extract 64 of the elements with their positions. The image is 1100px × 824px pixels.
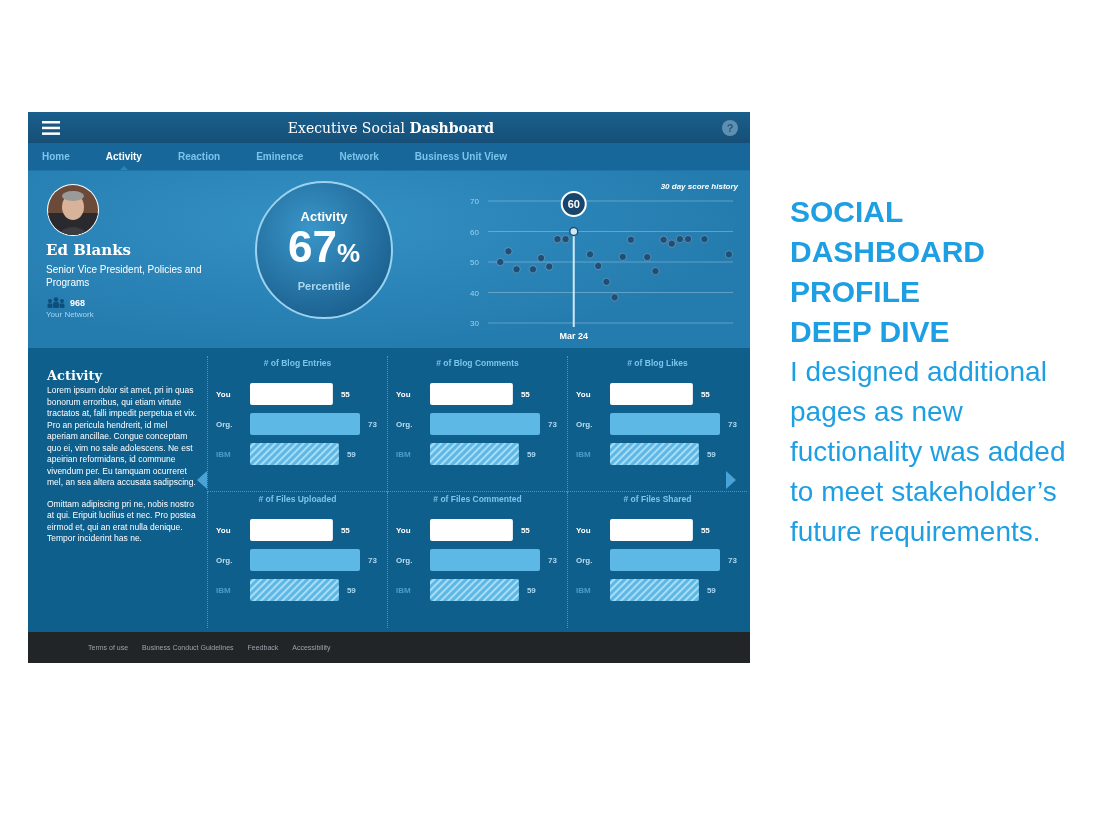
category-label: IBM	[576, 586, 591, 595]
value-label: 73	[548, 420, 557, 429]
category-label: Org.	[216, 556, 233, 565]
value-label: 73	[368, 420, 377, 429]
category-label: You	[216, 390, 231, 399]
value-label: 73	[548, 556, 557, 565]
axis-label: 30	[470, 319, 479, 328]
axis-label: 50	[470, 258, 479, 267]
value-label: 59	[346, 450, 356, 459]
profile-name: Ed Blanks	[46, 241, 131, 259]
value-label: 59	[706, 586, 716, 595]
chart-title: # of Blog Comments	[435, 358, 520, 368]
value-label: 55	[340, 390, 350, 399]
category-label: IBM	[396, 450, 411, 459]
category-label: Org.	[576, 556, 593, 565]
category-label: You	[576, 526, 591, 535]
value-callout: 60	[560, 191, 587, 217]
paragraph: Lorem ipsum dolor sit amet, pri in quas bonorum erroribus, qui etiam virtute tractatos at, falli impedit perpetua et vix. Pro an pericula hendrerit, id mel aperiam ancillae. Congue conceptam quo ei, vim no sale adolescens. Ne est apeirian reformidans, id commune vivendum per. Eu tamquam ocurreret mel, an sea altera accusata sadipscing.	[47, 385, 197, 489]
value-label: 55	[700, 390, 710, 399]
chart-title: # of Blog Likes	[626, 358, 689, 368]
axis-label: 40	[470, 288, 479, 298]
chart-title: 30 day score history	[660, 182, 738, 191]
chart-title: # of Blog Entries	[262, 358, 333, 368]
slide-heading: SOCIAL DASHBOARD PROFILE DEEP DIVE	[790, 194, 986, 350]
category-label: Org.	[576, 420, 593, 429]
chart-title: # of Files Shared	[622, 494, 693, 504]
paragraph: Omittam adipiscing pri ne, nobis nostro at qui. Eripuit lucilius et nec. Pro postea eirmod et, qui an erat nulla denique. Tempor inciderint has ne.	[47, 498, 197, 545]
category-label: IBM	[216, 450, 231, 459]
value-label: 59	[526, 450, 536, 459]
annotation: 60	[567, 198, 580, 210]
slide-text: I designed additional pages as new fuctionality was added to meet stakeholder’s future requirements.	[790, 355, 1067, 549]
category-label: Org.	[216, 420, 233, 429]
value-label: 73	[728, 556, 737, 565]
value-label: 55	[520, 526, 530, 535]
category-label: IBM	[216, 586, 231, 595]
section-heading: Activity	[47, 368, 104, 383]
category-label: IBM	[576, 450, 591, 459]
category-label: IBM	[396, 586, 411, 595]
axis-label: 70	[470, 197, 479, 206]
category-label: You	[396, 526, 411, 535]
chart-title: # of Files Commented	[432, 494, 523, 504]
value-label: 73	[728, 420, 737, 429]
network-label: Your Network	[46, 310, 94, 319]
profile-role: Senior Vice President, Policies and Programs	[46, 263, 203, 289]
chart-title: # of Files Uploaded	[257, 494, 338, 504]
category-label: Org.	[396, 420, 413, 429]
date-label: Mar 24	[559, 331, 588, 341]
value-label: 55	[520, 390, 530, 399]
app-title: Executive Social Dashboard	[286, 119, 496, 136]
category-label: You	[396, 390, 411, 399]
category-label: Org.	[396, 556, 413, 565]
value-label: 55	[340, 526, 350, 535]
score-value: 67%	[287, 223, 361, 273]
value-label: 59	[346, 586, 356, 595]
value-label: 73	[368, 556, 377, 565]
value-label: 59	[706, 450, 716, 459]
value-label: 59	[526, 586, 536, 595]
network-count: 968	[70, 297, 86, 308]
gauge-caption: Percentile	[297, 279, 351, 292]
category-label: You	[576, 390, 591, 399]
axis-label: 60	[470, 227, 479, 237]
category-label: You	[216, 526, 231, 535]
value-label: 55	[700, 526, 710, 535]
gauge-label: Activity	[300, 208, 348, 224]
